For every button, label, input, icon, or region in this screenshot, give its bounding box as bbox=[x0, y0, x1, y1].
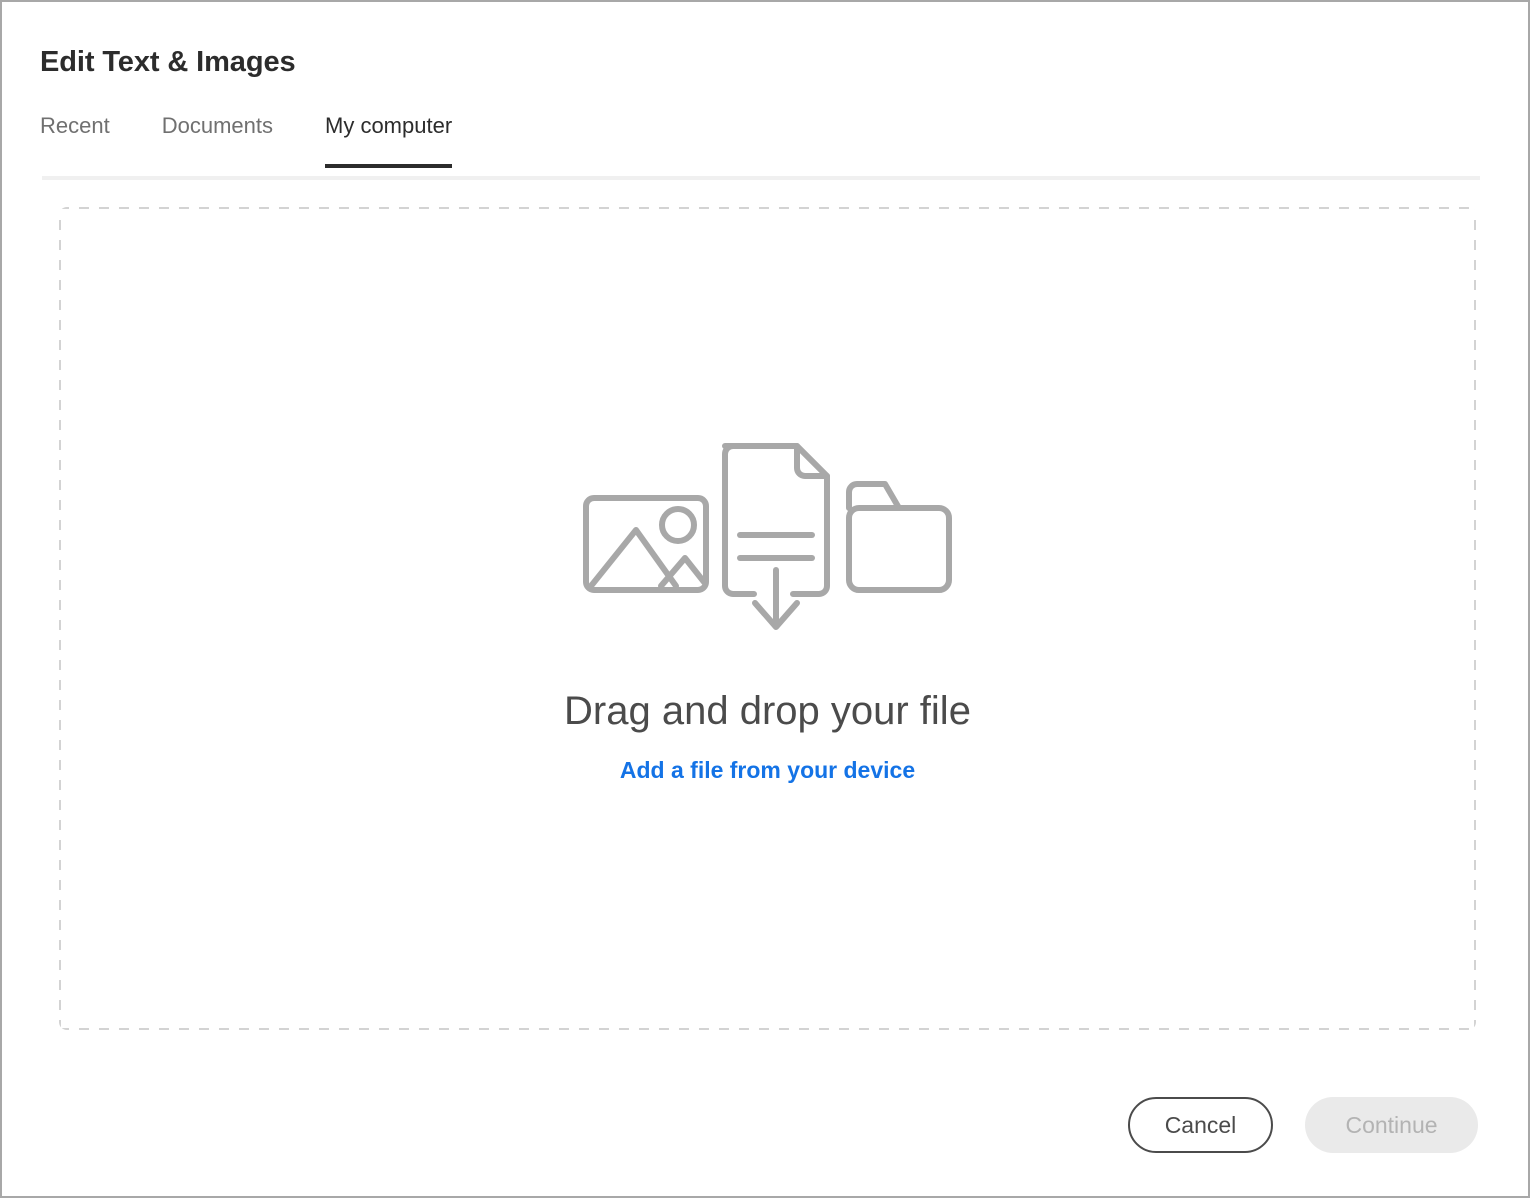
tab-bar: Recent Documents My computer bbox=[40, 113, 453, 180]
tab-my-computer[interactable]: My computer bbox=[325, 113, 453, 169]
add-file-from-device-link[interactable]: Add a file from your device bbox=[620, 757, 915, 784]
folder-icon bbox=[845, 480, 952, 593]
file-dropzone[interactable]: Drag and drop your file Add a file from … bbox=[59, 207, 1476, 1030]
document-download-icon bbox=[721, 442, 830, 630]
dropzone-icon-group bbox=[582, 442, 952, 630]
tab-divider bbox=[42, 176, 1480, 180]
dropzone-content: Drag and drop your file Add a file from … bbox=[564, 430, 971, 784]
cancel-button[interactable]: Cancel bbox=[1128, 1097, 1273, 1153]
edit-text-and-images-dialog: Edit Text & Images Recent Documents My c… bbox=[0, 0, 1530, 1198]
tab-documents[interactable]: Documents bbox=[162, 113, 273, 168]
tab-recent[interactable]: Recent bbox=[40, 113, 110, 168]
dropzone-headline: Drag and drop your file bbox=[564, 688, 971, 733]
image-icon bbox=[582, 494, 709, 593]
continue-button[interactable]: Continue bbox=[1305, 1097, 1478, 1153]
dialog-footer: Cancel Continue bbox=[2, 1095, 1530, 1155]
page-title: Edit Text & Images bbox=[40, 46, 296, 78]
